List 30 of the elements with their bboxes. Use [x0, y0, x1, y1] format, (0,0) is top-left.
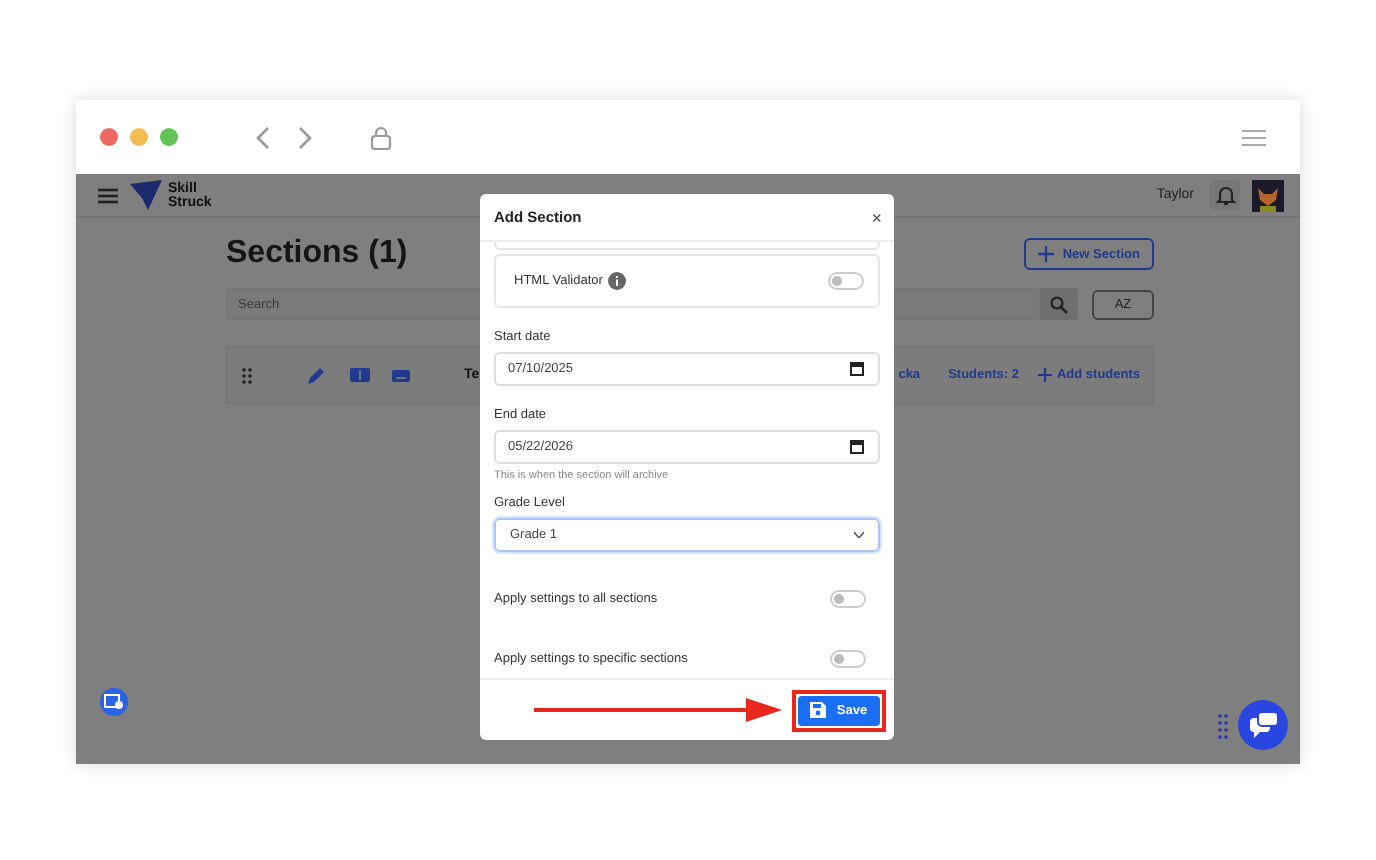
logo-icon [130, 179, 162, 211]
page-title: Sections (1) [226, 236, 408, 272]
search-icon [1050, 295, 1068, 313]
validator-toggle[interactable] [828, 272, 864, 290]
close-window-icon[interactable] [100, 128, 118, 146]
notifications-button[interactable] [1210, 180, 1240, 210]
search-button[interactable] [1040, 288, 1078, 320]
calendar-button[interactable] [100, 688, 128, 716]
minimize-window-icon[interactable] [130, 128, 148, 146]
setting-toggle[interactable] [830, 649, 866, 667]
book-icon[interactable] [350, 368, 370, 382]
avatar-icon[interactable] [1252, 179, 1284, 211]
info-icon [608, 272, 627, 290]
settings-icon[interactable] [1242, 127, 1266, 147]
chevron-down-icon [854, 532, 864, 538]
keyboard-icon[interactable] [392, 369, 410, 381]
back-icon[interactable] [254, 125, 274, 149]
plus-icon [1038, 368, 1053, 382]
plus-icon [1038, 246, 1055, 262]
zoom-window-icon[interactable] [160, 128, 178, 146]
chat-icon [1249, 712, 1277, 738]
close-button[interactable]: × [871, 207, 882, 227]
drag-handle-icon[interactable] [1218, 714, 1228, 740]
menu-icon[interactable] [98, 187, 118, 203]
setting-toggle[interactable] [830, 589, 866, 607]
drag-handle-icon[interactable] [242, 367, 252, 383]
pencil-icon[interactable] [308, 367, 324, 383]
forward-icon[interactable] [294, 125, 314, 149]
chat-button[interactable] [1238, 700, 1288, 750]
lock-icon [370, 125, 392, 149]
